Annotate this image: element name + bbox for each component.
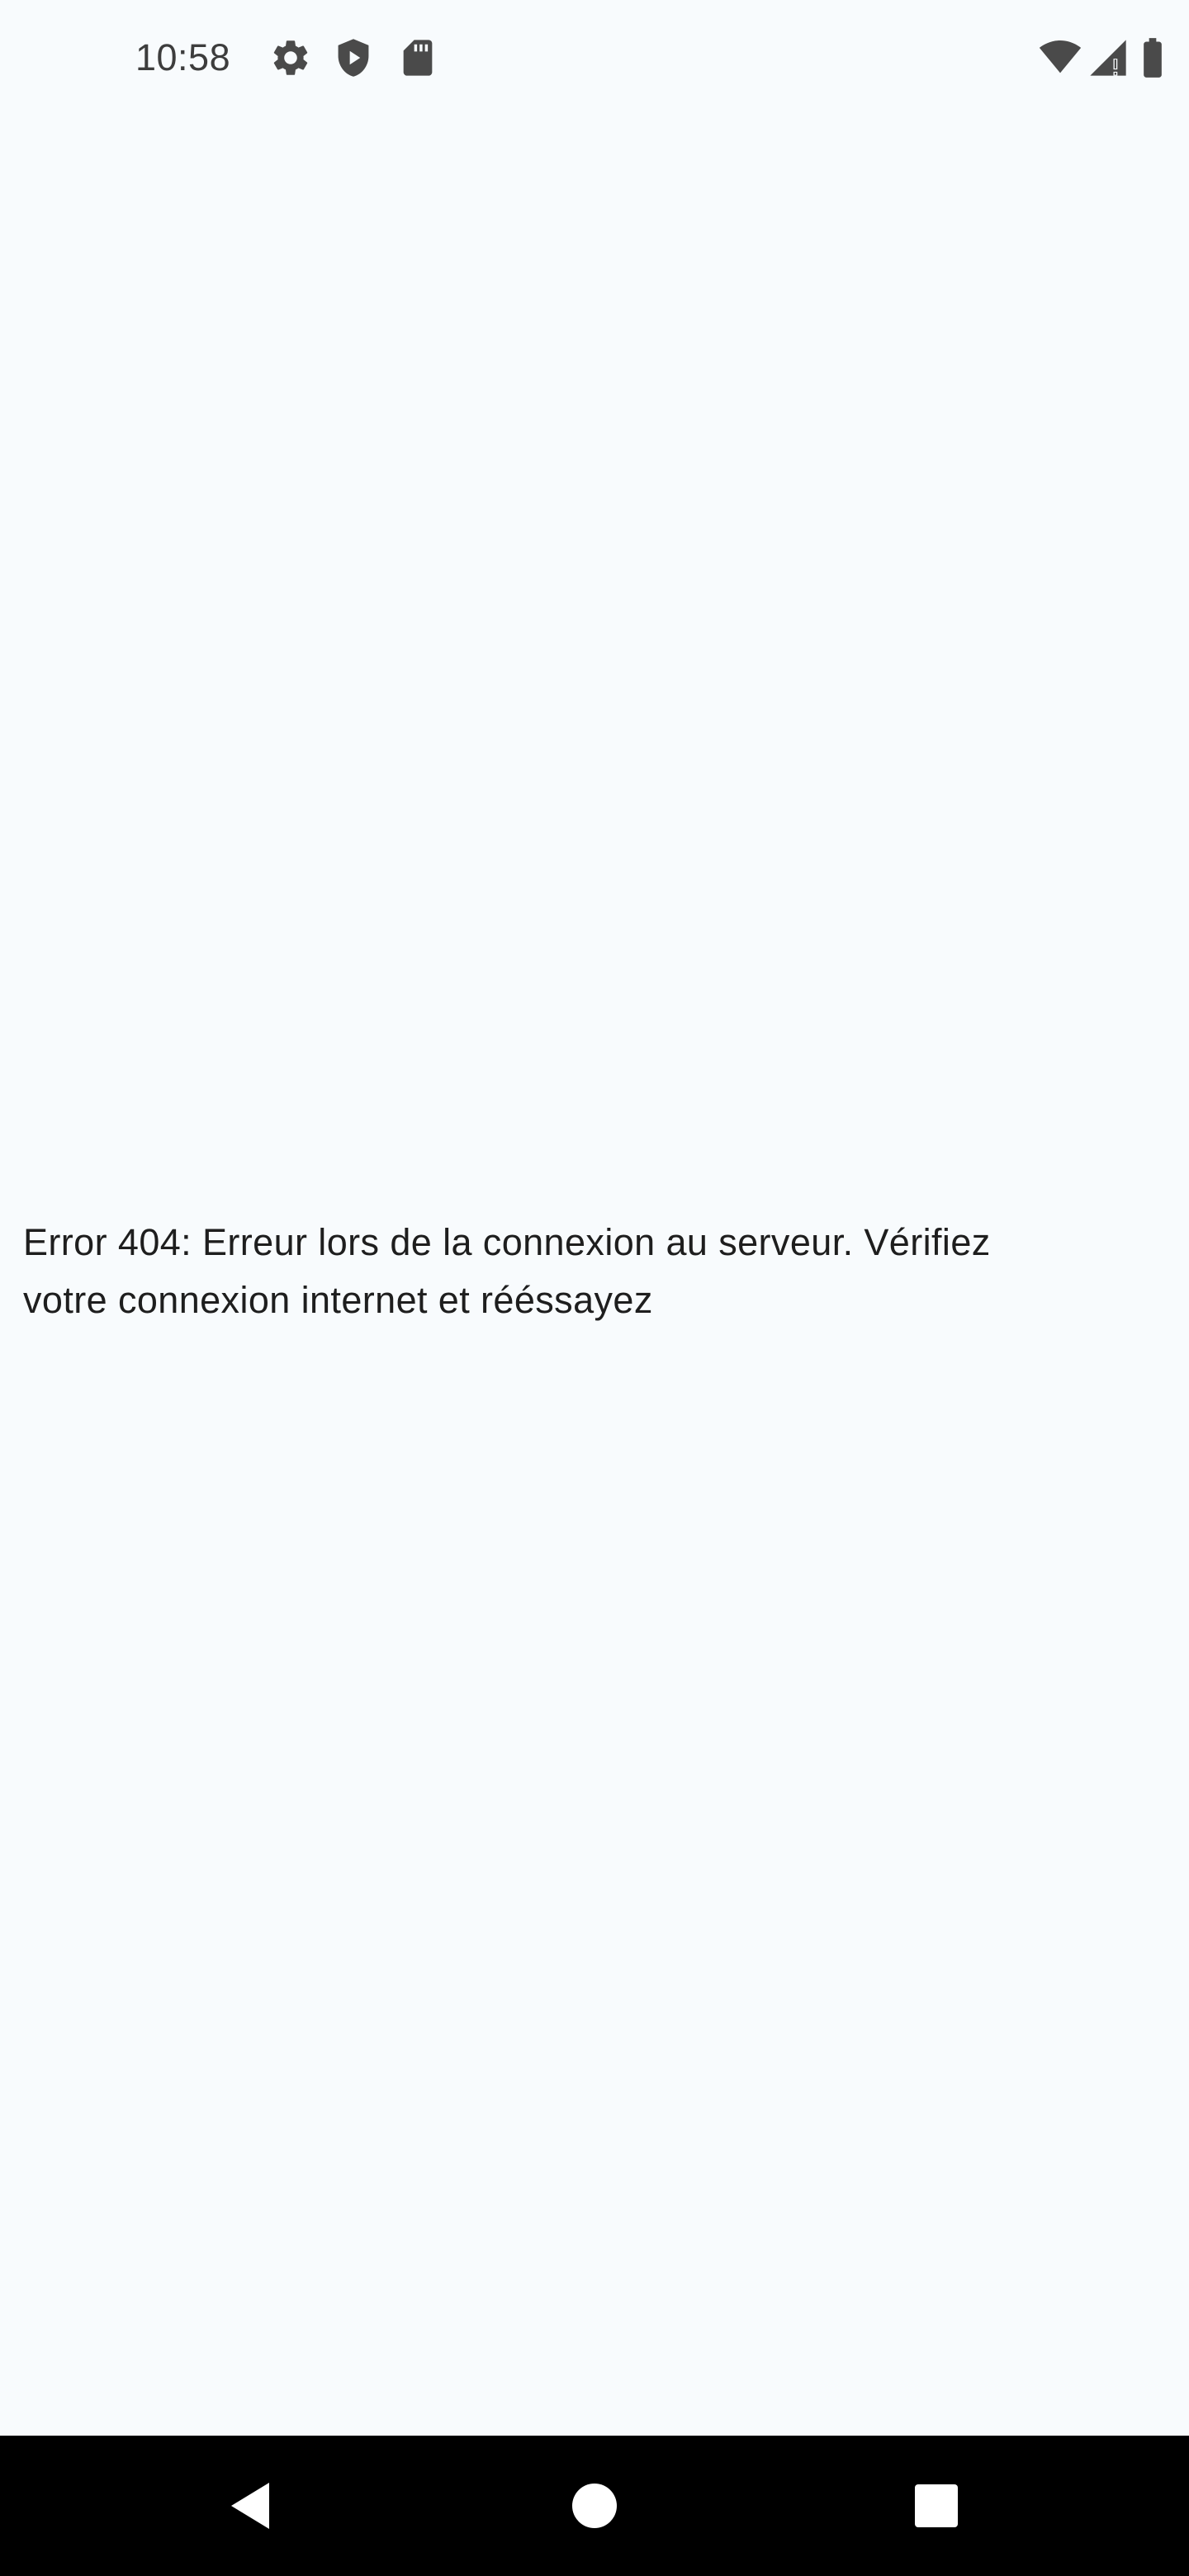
recents-square-icon <box>915 2484 958 2527</box>
sd-card-icon <box>396 36 439 79</box>
back-button[interactable] <box>215 2473 281 2539</box>
navigation-bar <box>0 2436 1189 2576</box>
home-button[interactable] <box>561 2473 628 2539</box>
cell-signal-icon <box>1085 36 1131 79</box>
gear-icon <box>269 36 312 79</box>
error-message: Error 404: Erreur lors de la connexion a… <box>23 1221 991 1321</box>
status-bar: 10:58 <box>0 0 1189 116</box>
home-circle-icon <box>572 2484 617 2528</box>
recents-button[interactable] <box>903 2473 969 2539</box>
wifi-icon <box>1035 36 1085 79</box>
battery-icon <box>1136 36 1169 79</box>
back-triangle-icon <box>231 2483 269 2529</box>
status-time: 10:58 <box>135 36 231 78</box>
shield-icon <box>332 36 375 79</box>
